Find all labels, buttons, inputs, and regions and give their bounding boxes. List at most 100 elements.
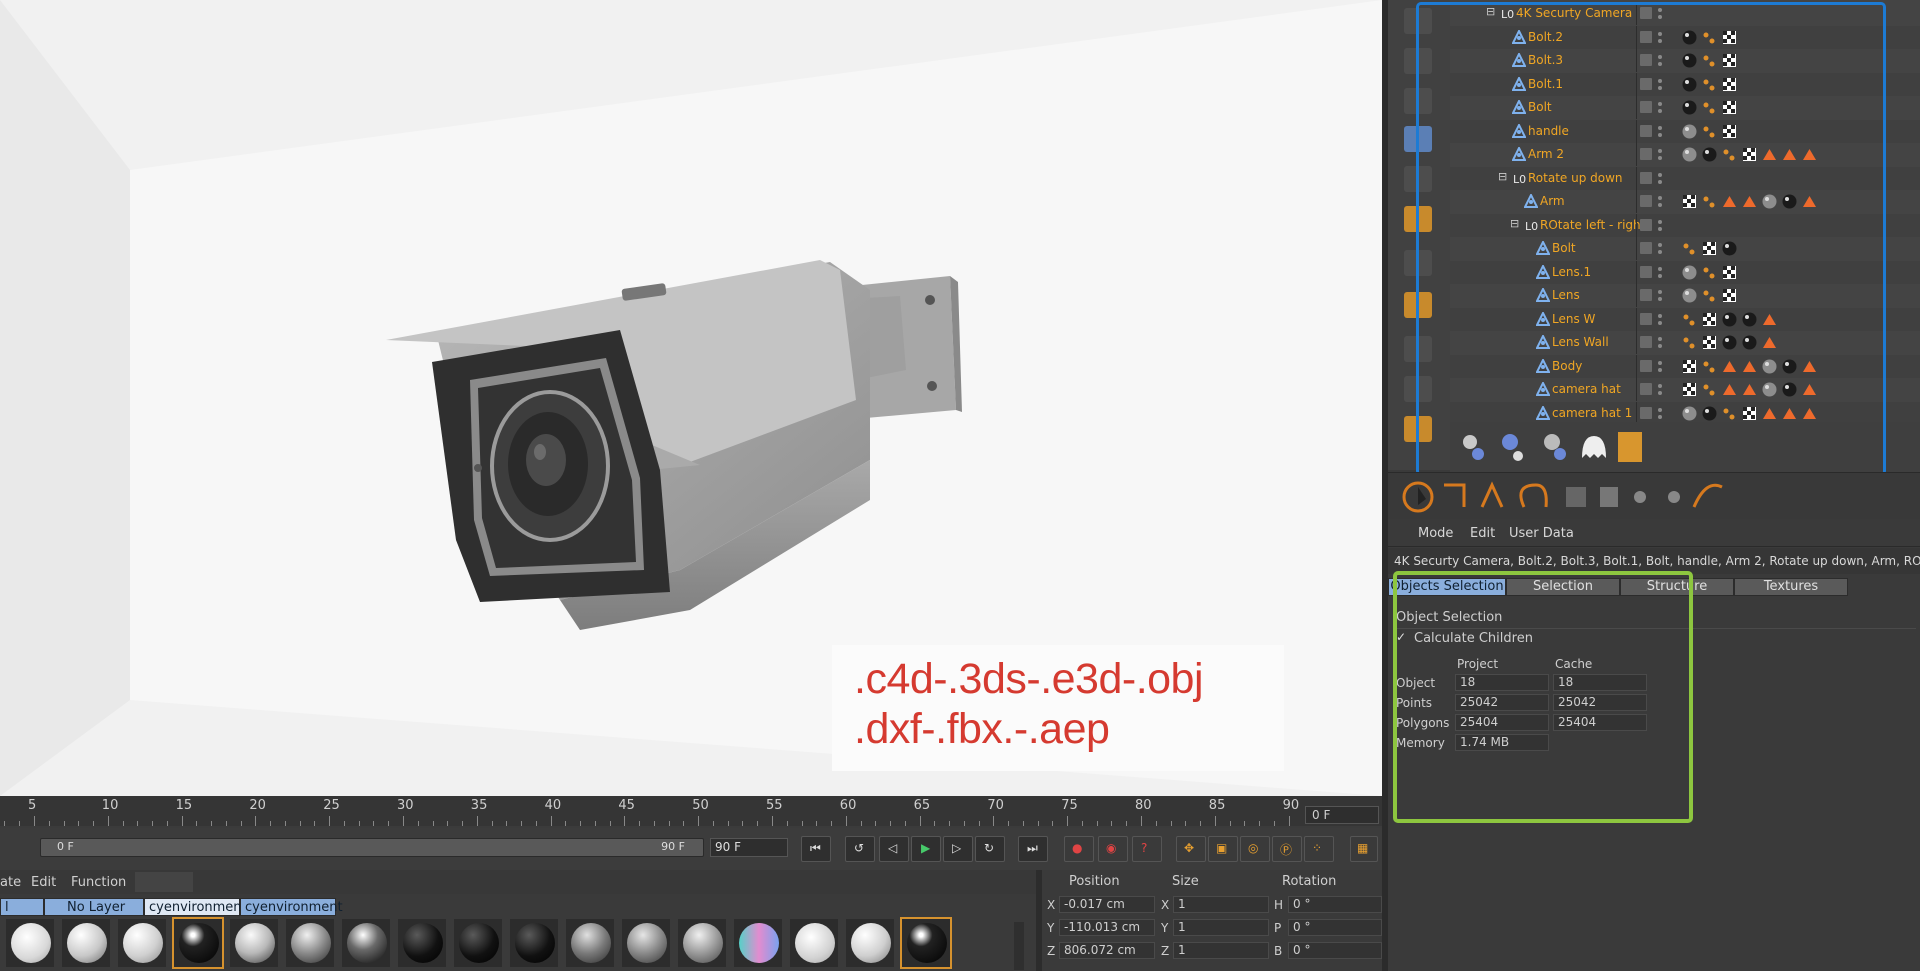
tab-textures[interactable]: Textures [1734,578,1848,596]
material-swatch[interactable] [454,919,502,967]
next-key-button[interactable]: ↻ [975,836,1005,862]
current-frame-field[interactable]: 0 F [1305,806,1379,824]
timeline-tick [875,821,877,826]
coord-rot-h-field[interactable]: 0 ° [1288,896,1382,913]
autokey-button[interactable]: ◉ [1098,836,1128,862]
timeline-tick-label: 65 [913,798,931,813]
play-button[interactable]: ▶ [911,836,941,862]
material-swatch[interactable] [6,919,54,967]
mirror-icon[interactable] [1600,487,1618,507]
material-swatch[interactable] [566,919,614,967]
keyframe-selection-button[interactable]: ? [1132,836,1162,862]
timeline-tick [1259,821,1261,826]
timeline-tick [890,821,892,826]
timeline-tick-label: 75 [1061,798,1078,813]
spline-icon[interactable] [1692,483,1723,508]
timeline-tick [786,821,788,826]
cube-icon[interactable] [1566,487,1586,507]
timeline-tick [388,821,390,826]
next-frame-icon: ▷ [952,841,962,855]
record-button[interactable]: ● [1064,836,1094,862]
material-swatch[interactable] [790,919,838,967]
coord-size-z-field[interactable]: 1 [1173,942,1269,959]
material-swatch[interactable] [846,919,894,967]
lasso-icon[interactable] [1480,481,1504,508]
timeline-tick [255,816,257,826]
menu-mode[interactable]: Mode [1418,526,1453,541]
prev-key-icon: ↺ [854,841,865,855]
move-key-button[interactable]: ✥ [1176,836,1206,862]
formats-line-1: .c4d-.3ds-.e3d-.obj [854,655,1204,703]
timeline-tick [196,821,198,826]
timeline-ruler[interactable]: 5 10 15 20 25 30 35 40 45 50 55 60 65 70 75 80 85 90 [0,796,1382,826]
timeline-tick [417,821,419,826]
coord-pos-z-field[interactable]: 806.072 cm [1059,942,1155,959]
material-swatch[interactable] [342,919,390,967]
material-swatch[interactable] [62,919,110,967]
go-to-start-button[interactable]: ⏮ [801,836,831,862]
timeline-tick-label: 45 [618,798,635,813]
preview-range-slider[interactable]: 0 F 90 F [40,838,704,857]
select-live-icon[interactable] [1402,481,1434,513]
rotate-key-button[interactable]: ◎ [1240,836,1270,862]
material-preview-sphere [11,923,51,963]
end-frame-field[interactable]: 90 F [710,838,788,857]
menu-user-data[interactable]: User Data [1509,526,1574,541]
menu-edit[interactable]: Edit [1470,526,1495,541]
coord-size-y-field[interactable]: 1 [1173,919,1269,936]
prev-frame-button[interactable]: ◁ [879,836,909,862]
timeline-tick-label: 25 [323,798,340,813]
timeline-tick [845,816,847,826]
material-preview-sphere [123,923,163,963]
rect-select-icon[interactable] [1444,483,1466,507]
material-preview-sphere [515,923,555,963]
material-swatch[interactable] [734,919,782,967]
pla-key-button[interactable]: ⁘ [1304,836,1334,862]
film-strip-button[interactable]: ▦ [1350,836,1378,862]
material-preview-sphere [403,923,443,963]
material-swatch[interactable] [286,919,334,967]
next-frame-button[interactable]: ▷ [943,836,973,862]
coord-rot-p-field[interactable]: 0 ° [1288,919,1382,936]
timeline-tick [1141,816,1142,826]
coord-rot-axis-b: B [1274,944,1283,958]
material-swatch[interactable] [622,919,670,967]
material-swatch[interactable] [398,919,446,967]
material-swatch[interactable] [510,919,558,967]
coord-size-x-field[interactable]: 1 [1173,896,1269,913]
attribute-menu: Mode Edit User Data [1388,520,1920,547]
material-swatch[interactable] [678,919,726,967]
prev-key-button[interactable]: ↺ [845,836,875,862]
coord-pos-x-field[interactable]: -0.017 cm [1059,896,1155,913]
prev-frame-icon: ◁ [888,841,898,855]
material-swatch[interactable] [118,919,166,967]
go-to-end-button[interactable]: ⏭ [1018,836,1048,862]
scale-key-button[interactable]: ▣ [1208,836,1238,862]
material-swatch[interactable] [230,919,278,967]
timeline-tick-label: 5 [28,798,37,813]
material-preview-sphere [627,923,667,963]
timeline-tick-label: 90 [1282,798,1300,813]
timeline-tick [668,821,670,826]
param-key-button[interactable]: Ⓟ [1272,836,1302,862]
poly-select-icon[interactable] [1519,483,1548,508]
material-swatches [0,870,1036,971]
timeline-tick [432,821,434,826]
magnet-icon[interactable] [1668,491,1680,503]
material-swatch[interactable] [172,917,224,969]
coord-pos-y-field[interactable]: -110.013 cm [1059,919,1155,936]
timeline-tick [19,821,21,826]
viewport[interactable]: .c4d-.3ds-.e3d-.obj .dxf-.fbx.-.aep [0,0,1382,796]
timeline-tick [63,821,65,826]
coord-rot-b-field[interactable]: 0 ° [1288,942,1382,959]
material-swatch[interactable] [900,917,952,969]
timeline-tick [403,816,404,826]
timeline-tick [772,816,773,826]
timeline-tick-label: 10 [101,798,119,813]
timeline-tick [653,821,655,826]
material-preview-sphere [739,923,779,963]
material-scrollbar[interactable] [1014,922,1024,970]
timeline-tick [329,816,331,826]
points-icon[interactable] [1634,491,1646,503]
timeline-tick [1200,821,1202,826]
